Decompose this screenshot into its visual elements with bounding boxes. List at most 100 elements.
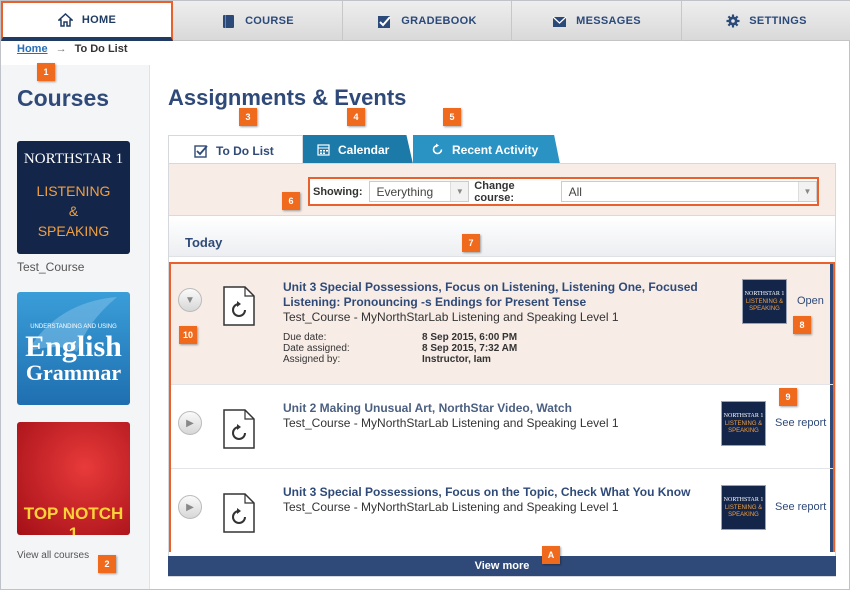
see-report-link[interactable]: See report (775, 501, 826, 513)
thumb-brand: NORTHSTAR 1 (723, 412, 764, 419)
today-label: Today (185, 235, 223, 250)
nav-tab-course-label: COURSE (245, 15, 294, 27)
refresh-icon (431, 143, 444, 156)
callout-badge-4: 4 (347, 108, 365, 126)
callout-badge-5: 5 (443, 108, 461, 126)
nav-tab-messages-label: MESSAGES (576, 15, 641, 27)
open-link[interactable]: Open (797, 295, 824, 307)
expand-button[interactable]: ▶ (178, 495, 202, 519)
document-refresh-icon (223, 409, 255, 449)
cover-northstar-line3: & (68, 203, 79, 219)
showing-value: Everything (376, 184, 434, 199)
sidebar-title: Courses (17, 85, 110, 111)
assigned-by-label: Assigned by: (283, 354, 341, 365)
item-title[interactable]: Unit 2 Making Unusual Art, NorthStar Vid… (283, 401, 572, 416)
due-date-value: 8 Sep 2015, 6:00 PM (422, 332, 518, 343)
tab-recent-activity[interactable]: Recent Activity (413, 135, 560, 164)
showing-select[interactable]: Everything ▼ (368, 181, 470, 202)
envelope-icon (552, 14, 567, 29)
item-meta: Due date: 8 Sep 2015, 6:00 PM Date assign… (283, 332, 517, 365)
today-header: Today (169, 217, 835, 257)
tab-calendar[interactable]: Calendar (303, 135, 413, 164)
gear-icon (725, 14, 740, 29)
list-item[interactable]: ▼ Unit 3 Special Possessions, Focus on L… (171, 264, 833, 385)
change-course-value: All (568, 184, 582, 199)
nav-tab-gradebook[interactable]: GRADEBOOK (343, 1, 512, 41)
tab-todo-list[interactable]: To Do List (168, 135, 303, 165)
document-refresh-icon (223, 493, 255, 533)
date-assigned-label: Date assigned: (283, 343, 350, 354)
cover-grammar-line3: Grammar (25, 360, 122, 385)
item-title[interactable]: Unit 3 Special Possessions, Focus on the… (283, 485, 690, 500)
list-item[interactable]: ▶ Unit 3 Special Possessions, Focus on t… (171, 469, 833, 552)
item-title[interactable]: Unit 3 Special Possessions, Focus on Lis… (283, 280, 731, 310)
callout-badge-3: 3 (239, 108, 257, 126)
cover-grammar-line2: English (25, 330, 122, 363)
tab-calendar-label: Calendar (338, 142, 390, 157)
breadcrumb-separator: → (55, 43, 67, 55)
callout-badge-10: 10 (179, 326, 197, 344)
view-all-courses-link[interactable]: View all courses (17, 550, 89, 561)
row-edge-bar (830, 469, 833, 552)
cover-topnotch-title: TOP NOTCH 1 (23, 504, 124, 535)
due-date-label: Due date: (283, 332, 327, 343)
nav-tab-course[interactable]: COURSE (173, 1, 343, 41)
course-thumbnail: NORTHSTAR 1 LISTENING & SPEAKING (721, 401, 766, 446)
tab-recent-activity-label: Recent Activity (452, 142, 539, 157)
breadcrumb-home-link[interactable]: Home (17, 43, 48, 55)
callout-badge-2: 2 (98, 555, 116, 573)
change-course-select[interactable]: All ▼ (560, 181, 817, 202)
expand-button[interactable]: ▶ (178, 411, 202, 435)
course-cover-northstar[interactable]: NORTHSTAR 1 LISTENING & SPEAKING (17, 141, 130, 254)
callout-badge-9: 9 (779, 388, 797, 406)
filter-controls: Showing: Everything ▼ Change course: All… (308, 177, 819, 206)
course-cover-top-notch[interactable]: TOP NOTCH 1 (17, 422, 130, 535)
thumb-subtitle: LISTENING & SPEAKING (724, 420, 763, 434)
breadcrumb-current: To Do List (74, 43, 128, 55)
todo-panel: Showing: Everything ▼ Change course: All… (168, 163, 836, 577)
course-thumbnail: NORTHSTAR 1 LISTENING & SPEAKING (721, 485, 766, 530)
item-subtitle: Test_Course - MyNorthStarLab Listening a… (283, 500, 619, 514)
callout-badge-6: 6 (282, 192, 300, 210)
thumb-brand: NORTHSTAR 1 (744, 290, 785, 297)
filter-bar: Showing: Everything ▼ Change course: All… (169, 164, 835, 216)
chevron-down-icon: ▼ (450, 182, 469, 201)
nav-tab-home-label: HOME (81, 14, 117, 26)
assigned-by-value: Instructor, Iam (422, 354, 491, 365)
calendar-icon (317, 143, 330, 156)
nav-tab-gradebook-label: GRADEBOOK (401, 15, 477, 27)
nav-tab-messages[interactable]: MESSAGES (512, 1, 682, 41)
checkbox-icon (194, 144, 208, 158)
app-frame: HOME COURSE GRADEBOOK MESSAGES SETTINGS (0, 0, 850, 590)
thumb-brand: NORTHSTAR 1 (723, 496, 764, 503)
home-icon (57, 13, 73, 28)
nav-tab-settings[interactable]: SETTINGS (682, 1, 850, 41)
nav-tab-settings-label: SETTINGS (749, 15, 807, 27)
chevron-right-icon: ▶ (186, 417, 194, 429)
row-edge-bar (830, 385, 833, 468)
page-title: Assignments & Events (168, 85, 407, 110)
item-subtitle: Test_Course - MyNorthStarLab Listening a… (283, 310, 619, 324)
callout-badge-8: 8 (793, 316, 811, 334)
list-item[interactable]: ▶ Unit 2 Making Unusual Art, NorthStar V… (171, 385, 833, 469)
course-cover-english-grammar[interactable]: UNDERSTANDING AND USING English Grammar (17, 292, 130, 405)
change-course-label: Change course: (474, 179, 515, 204)
callout-badge-7: 7 (462, 234, 480, 252)
see-report-link[interactable]: See report (775, 417, 826, 429)
tab-todo-list-label: To Do List (216, 143, 274, 158)
cover-northstar-line2: LISTENING (36, 183, 111, 199)
document-refresh-icon (223, 286, 255, 326)
date-assigned-value: 8 Sep 2015, 7:32 AM (422, 343, 518, 354)
nav-tab-home[interactable]: HOME (1, 1, 173, 41)
cover-northstar-line4: SPEAKING (37, 223, 110, 239)
courses-sidebar: Courses NORTHSTAR 1 LISTENING & SPEAKING… (1, 65, 150, 589)
course-thumbnail: NORTHSTAR 1 LISTENING & SPEAKING (742, 279, 787, 324)
thumb-subtitle: LISTENING & SPEAKING (745, 298, 784, 312)
view-more-button[interactable]: View more (168, 556, 836, 576)
collapse-button[interactable]: ▼ (178, 288, 202, 312)
chevron-right-icon: ▶ (186, 501, 194, 513)
callout-badge-a: A (542, 546, 560, 564)
top-nav: HOME COURSE GRADEBOOK MESSAGES SETTINGS (1, 1, 850, 41)
showing-label: Showing: (313, 185, 363, 198)
chevron-down-icon: ▼ (798, 182, 816, 201)
